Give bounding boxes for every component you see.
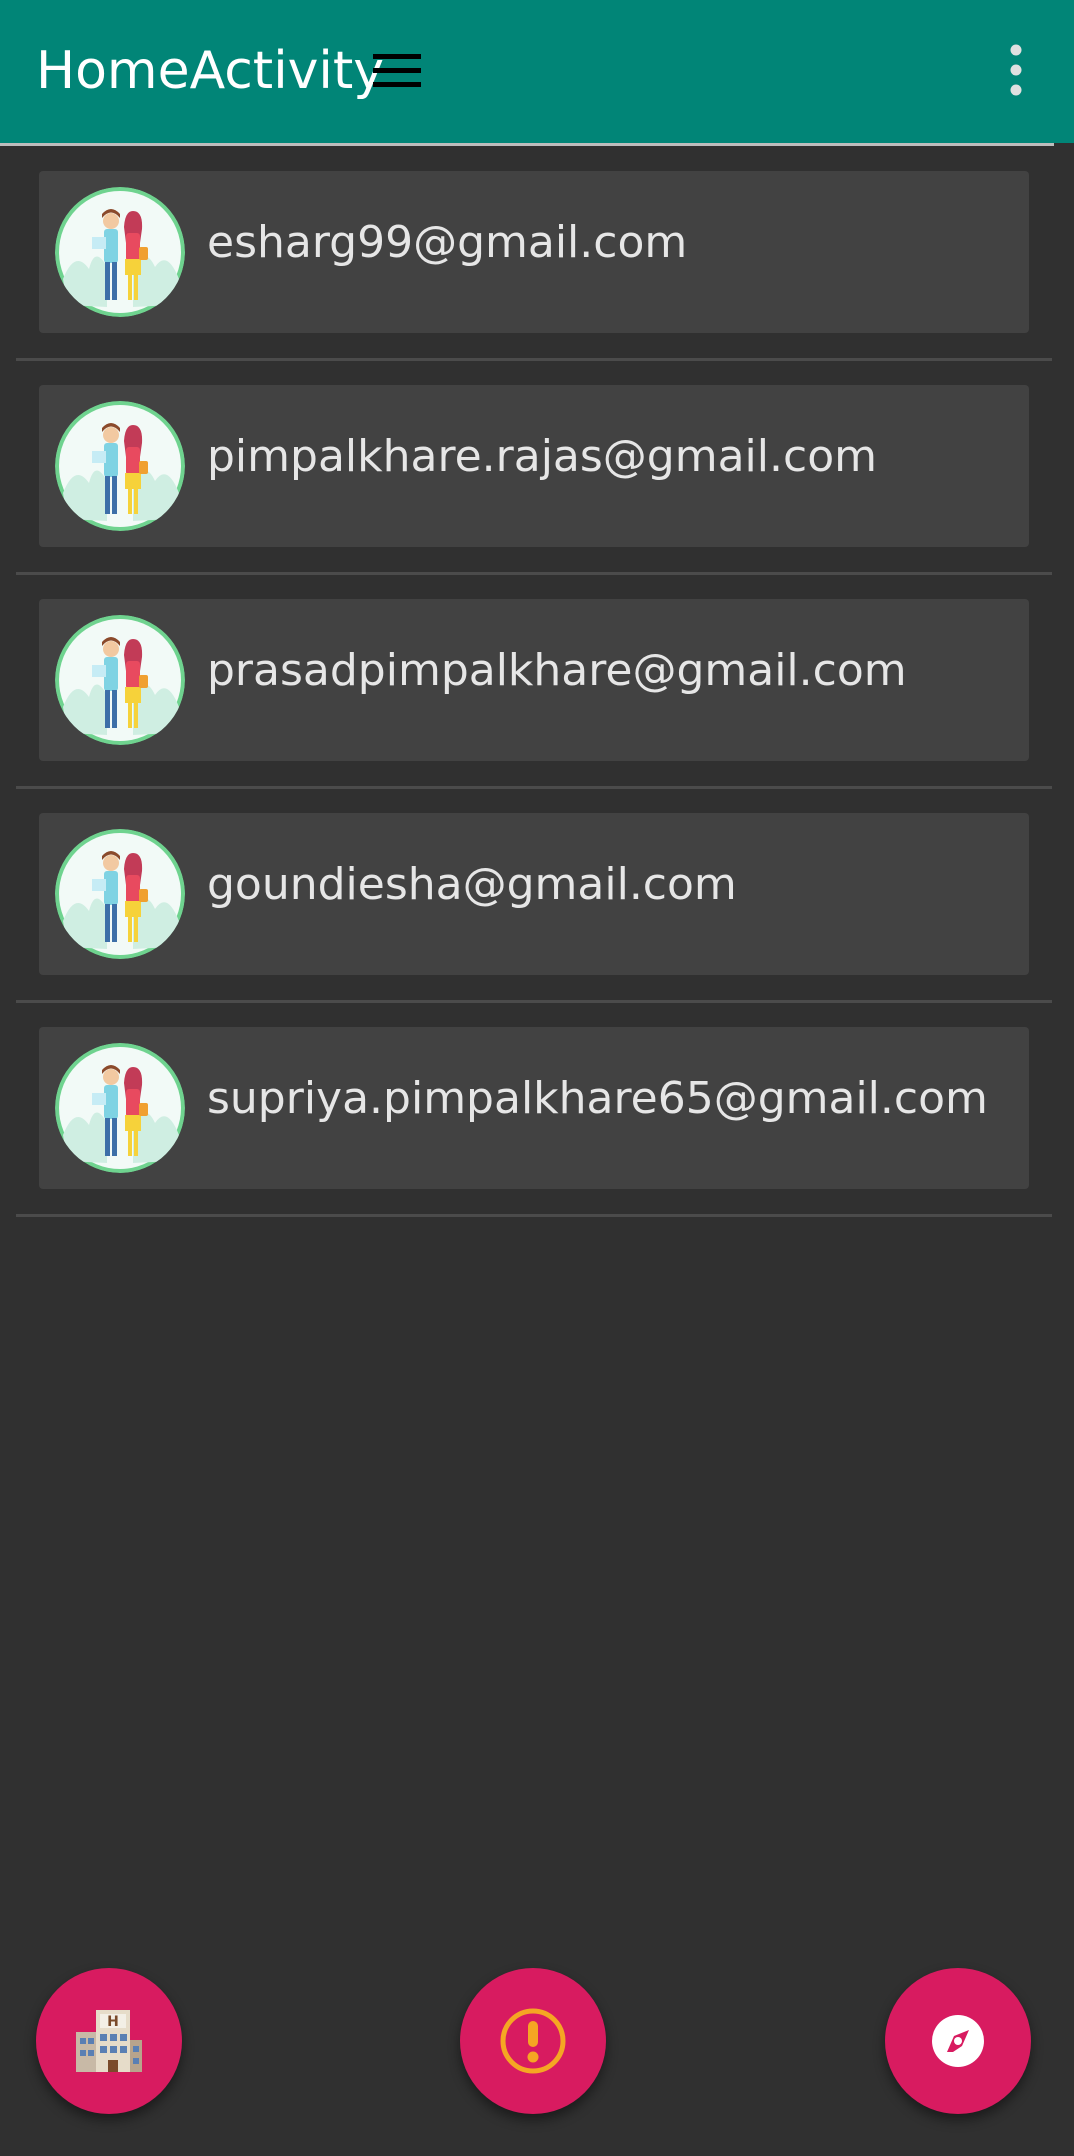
list-item[interactable]: goundiesha@gmail.com (39, 813, 1029, 975)
app-bar: HomeActivity (0, 0, 1074, 143)
compass-icon (932, 2015, 984, 2067)
contact-email: goundiesha@gmail.com (207, 859, 737, 910)
list-divider (16, 786, 1052, 789)
hamburger-menu-icon[interactable] (373, 54, 421, 88)
couple-avatar-icon (55, 1043, 185, 1173)
list-item[interactable]: supriya.pimpalkhare65@gmail.com (39, 1027, 1029, 1189)
contact-email: supriya.pimpalkhare65@gmail.com (207, 1073, 988, 1124)
couple-avatar-icon (55, 829, 185, 959)
alert-exclamation-icon (500, 2008, 566, 2074)
svg-text:H: H (107, 2014, 119, 2030)
list-item[interactable]: pimpalkhare.rajas@gmail.com (39, 385, 1029, 547)
page-title: HomeActivity (36, 41, 385, 101)
list-divider (16, 572, 1052, 575)
couple-avatar-icon (55, 187, 185, 317)
contact-email: prasadpimpalkhare@gmail.com (207, 645, 907, 696)
alert-fab-button[interactable] (460, 1968, 606, 2114)
couple-avatar-icon (55, 401, 185, 531)
list-item[interactable]: prasadpimpalkhare@gmail.com (39, 599, 1029, 761)
more-vert-icon[interactable] (996, 40, 1036, 100)
list-divider (16, 358, 1052, 361)
list-divider (16, 1000, 1052, 1003)
hotels-fab-button[interactable]: H (36, 1968, 182, 2114)
contact-email: esharg99@gmail.com (207, 217, 688, 268)
list-item[interactable]: esharg99@gmail.com (39, 171, 1029, 333)
contact-email: pimpalkhare.rajas@gmail.com (207, 431, 877, 482)
appbar-divider (0, 143, 1054, 146)
compass-fab-button[interactable] (885, 1968, 1031, 2114)
hotel-building-icon: H (76, 2010, 142, 2072)
couple-avatar-icon (55, 615, 185, 745)
list-divider (16, 1214, 1052, 1217)
